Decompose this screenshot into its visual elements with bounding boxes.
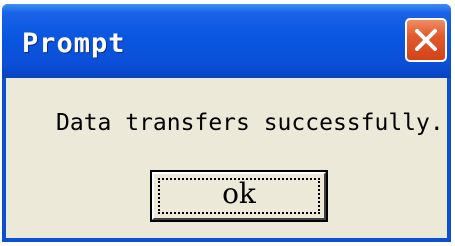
dialog-title: Prompt [22,28,126,59]
dialog-message: Data transfers successfully. [56,110,444,136]
ok-button[interactable]: ok [152,172,326,220]
prompt-dialog: Prompt Data transfers successfully. ok [2,4,451,242]
close-x-icon [415,29,437,51]
ok-button-label: ok [222,177,256,210]
title-bar[interactable]: Prompt [2,4,451,78]
close-button[interactable] [405,18,447,62]
